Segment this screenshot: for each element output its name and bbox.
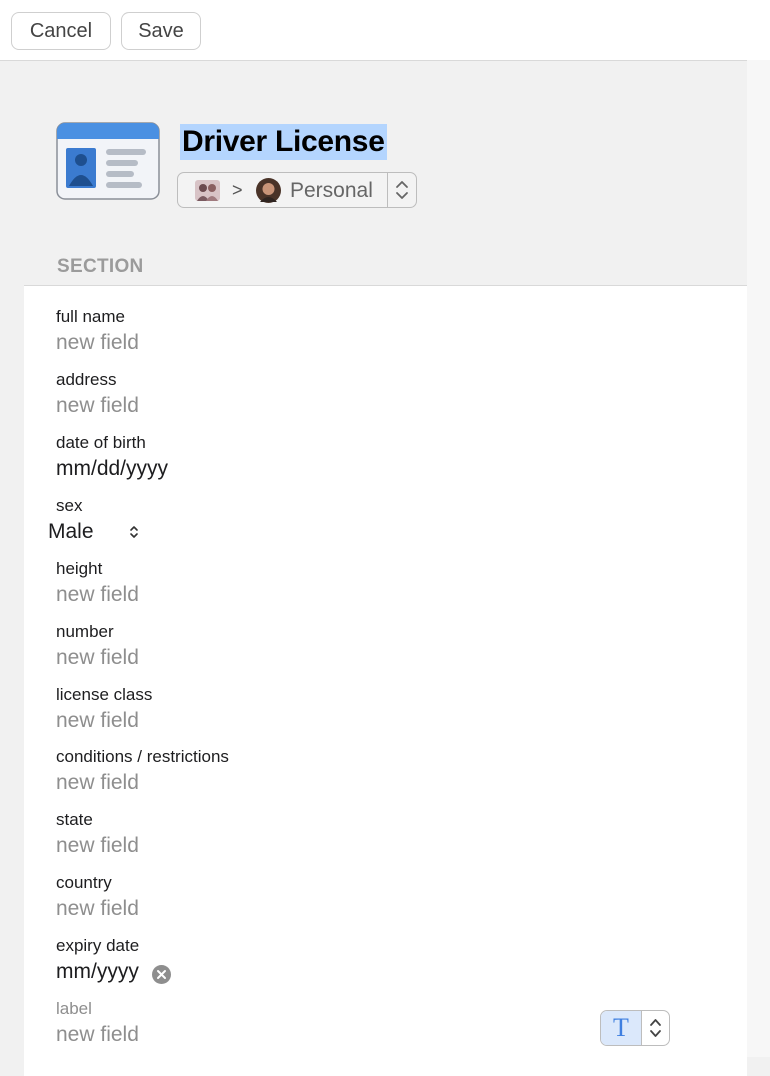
field-value-input[interactable]: new field bbox=[56, 331, 139, 355]
field-label[interactable]: expiry date bbox=[56, 936, 139, 956]
up-down-chevron-icon bbox=[650, 1019, 661, 1037]
field-label[interactable]: address bbox=[56, 370, 116, 390]
vault-picker[interactable]: > Personal bbox=[177, 172, 417, 208]
field-value-input[interactable]: new field bbox=[56, 394, 139, 418]
field-value-input[interactable]: new field bbox=[56, 771, 139, 795]
field-value-input[interactable]: new field bbox=[56, 583, 139, 607]
field-label-input[interactable]: label bbox=[56, 999, 92, 1019]
item-title[interactable]: Driver License bbox=[180, 124, 387, 160]
field-value-input[interactable]: new field bbox=[56, 1023, 139, 1047]
sex-select-value: Male bbox=[48, 520, 94, 543]
field-label[interactable]: number bbox=[56, 622, 114, 642]
field-label[interactable]: sex bbox=[56, 496, 82, 516]
field-label[interactable]: license class bbox=[56, 685, 152, 705]
field-value-input[interactable]: new field bbox=[56, 646, 139, 670]
field-label[interactable]: state bbox=[56, 810, 93, 830]
field-label[interactable]: date of birth bbox=[56, 433, 146, 453]
field-value-input[interactable]: new field bbox=[56, 834, 139, 858]
person-photo-avatar bbox=[256, 178, 281, 203]
up-down-chevron-icon bbox=[130, 526, 138, 538]
toolbar: Cancel Save bbox=[0, 0, 770, 61]
field-label[interactable]: full name bbox=[56, 307, 125, 327]
field-value-input[interactable]: new field bbox=[56, 709, 139, 733]
vault-name: Personal bbox=[290, 179, 373, 202]
group-photo-avatar bbox=[195, 180, 220, 201]
section-card: full name new field address new field da… bbox=[24, 285, 747, 1076]
save-button[interactable]: Save bbox=[121, 12, 201, 50]
sex-select[interactable]: Male bbox=[48, 520, 138, 544]
month-year-input[interactable]: mm/yyyy bbox=[56, 960, 171, 984]
date-input[interactable]: mm/dd/yyyy bbox=[56, 457, 168, 481]
field-type-picker[interactable]: T bbox=[600, 1010, 670, 1046]
clear-icon[interactable] bbox=[152, 965, 171, 984]
section-header[interactable]: SECTION bbox=[57, 256, 144, 278]
field-value-input[interactable]: new field bbox=[56, 897, 139, 921]
window-edge bbox=[747, 60, 770, 1057]
text-type-icon: T bbox=[601, 1011, 642, 1045]
chevron-right-icon: > bbox=[232, 180, 243, 200]
cancel-button[interactable]: Cancel bbox=[11, 12, 111, 50]
driver-license-card-icon bbox=[56, 122, 160, 200]
up-down-chevron-icon bbox=[387, 173, 408, 207]
field-label[interactable]: conditions / restrictions bbox=[56, 747, 229, 767]
field-label[interactable]: country bbox=[56, 873, 112, 893]
month-year-value: mm/yyyy bbox=[56, 960, 139, 983]
field-label[interactable]: height bbox=[56, 559, 102, 579]
